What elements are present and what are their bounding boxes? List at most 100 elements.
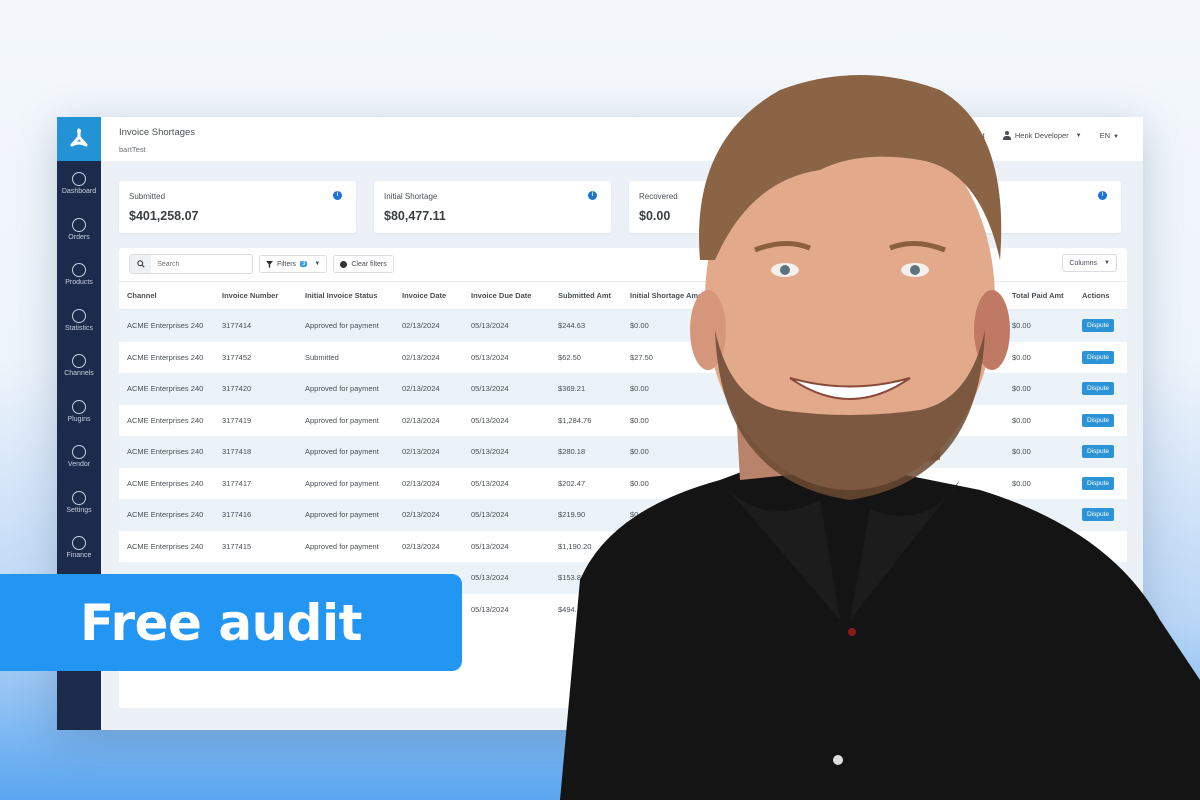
sidebar-item-vendor[interactable]: Vendor (57, 434, 101, 480)
column-header[interactable] (832, 281, 1004, 310)
user-menu[interactable]: Henk Developer ▼ (1002, 131, 1082, 140)
cell-submitted: $62.50 (558, 352, 581, 362)
sidebar-item-finance[interactable]: Finance (57, 525, 101, 571)
dispute-button[interactable]: Dispute (1082, 508, 1115, 522)
cell-due: 05/13/2024 (471, 541, 509, 551)
sidebar-item-label: Statistics (64, 324, 93, 332)
gauge-icon (72, 172, 86, 187)
cell-date: 02/13/2024 (402, 352, 440, 362)
column-header[interactable] (722, 281, 832, 310)
cell-date: 02/13/2024 (394, 309, 463, 342)
dispute-button[interactable]: Dispute (1082, 445, 1115, 459)
cell-number: 3177417 (222, 478, 252, 488)
info-icon[interactable]: i (588, 191, 597, 200)
card-value: $80,477.11 (384, 209, 446, 223)
cell-number: 3177416 (214, 499, 297, 531)
clear-filters-label: Clear filters (351, 260, 387, 268)
cell-channel: ACME Enterprises 240 (119, 499, 214, 531)
dispute-button[interactable]: Dispute (1082, 319, 1115, 333)
app-logo[interactable] (57, 117, 101, 161)
dispute-button[interactable]: Dispute (1082, 476, 1115, 490)
cell-empty (722, 342, 832, 374)
chart-icon (72, 308, 86, 323)
table-row[interactable]: ACME Enterprises 240 3177415 Approved for … (119, 531, 1127, 563)
dispute-button[interactable]: Dispute (1082, 382, 1115, 396)
table-row[interactable]: ACME Enterprises 240 3177419 Approved for … (119, 405, 1127, 437)
sidebar-item-statistics[interactable]: Statistics (57, 298, 101, 344)
filters-button[interactable]: Filters 3 ▼ (259, 255, 328, 273)
cell-submitted: $1,284.76 (558, 415, 592, 425)
table-row[interactable]: ACME Enterprises 240 3177417 Approved for … (119, 468, 1127, 500)
cell-date: 02/13/2024 (394, 436, 463, 468)
logo-icon (70, 128, 88, 147)
info-icon[interactable]: i (1098, 191, 1107, 200)
cell-empty (722, 594, 832, 626)
cell-shortage: $0.00 (630, 478, 649, 488)
sidebar-item-dashboard[interactable]: Dashboard (57, 161, 101, 207)
cell-paid (1004, 531, 1074, 563)
actions-cell: Dispute (1074, 499, 1127, 531)
sidebar-item-channels[interactable]: Channels (57, 343, 101, 389)
cell-date: 02/13/2024 (394, 499, 463, 531)
table-row[interactable]: ACME Enterprises 240 3177418 Approved for … (119, 436, 1127, 468)
sidebar-item-orders[interactable]: Orders (57, 207, 101, 253)
table-row[interactable]: ACME Enterprises 240 3177452 Submitted 02/1… (119, 342, 1127, 374)
sidebar-item-settings[interactable]: Settings (57, 480, 101, 526)
table-row[interactable]: ACME Enterprises 240 3177414 Approved for … (119, 309, 1127, 342)
cell-date: 02/13/2024 (402, 415, 440, 425)
dispute-button[interactable]: Dispute (1082, 413, 1115, 427)
vendor-icon (72, 445, 86, 460)
user-name: Henk Developer (1014, 131, 1069, 140)
column-header[interactable]: Channel (119, 281, 214, 310)
clear-filters-button[interactable]: Clear filters (333, 255, 394, 273)
table-row[interactable]: ACME Enterprises 240 3177416 Approved for … (119, 499, 1127, 531)
cell-number: 3177419 (222, 415, 252, 425)
cell-shortage: $0.00 (630, 541, 649, 551)
filter-icon (266, 260, 273, 268)
cell-paid (1004, 594, 1074, 626)
column-header[interactable]: Total Paid Amt (1004, 281, 1074, 310)
column-header[interactable]: Initial Invoice Status (297, 281, 394, 310)
cell-channel: ACME Enterprises 240 (127, 352, 204, 362)
table-toolbar: Filters 3 ▼ Clear filters (129, 254, 394, 274)
sidebar-item-products[interactable]: Products (57, 252, 101, 298)
promo-label: Free audit (80, 593, 363, 652)
cell-shortage: $0.00 (622, 499, 722, 531)
cell-c8 (832, 594, 1004, 626)
dispute-button[interactable]: Dispute (1082, 350, 1115, 364)
cell-submitted: $1,190.20 (558, 541, 592, 551)
cell-c8 (832, 309, 1004, 342)
cell-empty (722, 531, 832, 563)
sidebar-item-plugins[interactable]: Plugins (57, 389, 101, 435)
column-header[interactable]: Invoice Number (214, 281, 297, 310)
free-audit-banner[interactable]: Free audit (0, 574, 462, 671)
column-header[interactable]: Initial Shortage Amount (622, 281, 722, 310)
cell-due: 05/13/2024 (463, 309, 550, 342)
column-header[interactable]: Actions (1074, 281, 1127, 310)
search-icon[interactable] (130, 255, 152, 273)
cell-submitted: $280.18 (550, 436, 622, 468)
search-input[interactable] (151, 255, 252, 273)
columns-button[interactable]: Columns ▼ (1062, 254, 1117, 272)
channels-icon (72, 354, 86, 369)
sidebar-item-label: Channels (64, 370, 94, 378)
account-link[interactable]: bartTest (958, 131, 985, 140)
caret-down-icon: ▼ (1113, 134, 1119, 140)
cell-empty (722, 499, 832, 531)
cell-paid: $0.00 (1004, 373, 1074, 405)
caret-down-icon: ▼ (1075, 132, 1082, 139)
summary-cards: Submitted $401,258.07 i Initial Shortage… (119, 181, 1121, 233)
cell-c8: $0.00 (840, 478, 859, 488)
card-label: Initial Shortage (384, 192, 438, 201)
language-menu[interactable]: EN ▼ (1100, 131, 1119, 140)
info-icon[interactable]: i (333, 191, 342, 200)
column-header[interactable]: Invoice Date (394, 281, 463, 310)
table-row[interactable]: ACME Enterprises 240 3177420 Approved for … (119, 373, 1127, 405)
info-icon[interactable]: i (843, 191, 852, 200)
column-header[interactable]: Invoice Due Date (463, 281, 550, 310)
column-header[interactable]: Submitted Amt (550, 281, 622, 310)
cell-status: Submitted (305, 352, 339, 362)
cell-empty (722, 405, 832, 437)
cell-submitted: $202.47 (558, 478, 586, 488)
cell-due: 05/13/2024 (471, 415, 509, 425)
